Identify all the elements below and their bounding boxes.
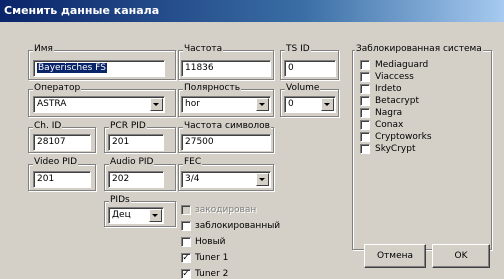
pids-select[interactable]: Дец <box>108 207 164 224</box>
ch-id-field[interactable]: 28107 <box>33 134 91 151</box>
pids-value: Дец <box>112 210 131 220</box>
ch-id-label: Ch. ID <box>33 121 63 131</box>
cancel-button[interactable]: Отмена <box>364 244 426 268</box>
fec-label: FEC <box>183 157 203 167</box>
locked-system-label: Заблокированная система <box>355 44 483 54</box>
pcr-pid-field[interactable]: 201 <box>108 134 164 151</box>
cas-checkbox[interactable] <box>360 96 370 106</box>
cas-checkbox[interactable] <box>360 132 370 142</box>
cas-label: Betacrypt <box>375 96 419 106</box>
flag-label: Новый <box>195 237 226 247</box>
flag-checkbox[interactable]: ✓ <box>181 269 191 279</box>
flag-label: закодирован <box>195 205 257 215</box>
cas-label: Cryptoworks <box>375 132 432 142</box>
flag-checkbox <box>181 205 191 215</box>
window-title: Сменить данные канала <box>0 0 504 22</box>
flag-label: Tuner 1 <box>195 253 229 263</box>
flag-checkbox[interactable]: ✓ <box>181 253 191 263</box>
cas-label: Irdeto <box>375 84 402 94</box>
flag-label: Tuner 2 <box>195 269 229 279</box>
cas-checkbox[interactable] <box>360 120 370 130</box>
pids-label: PIDs <box>109 195 131 205</box>
name-field[interactable]: Bayerisches FS <box>33 60 165 77</box>
cas-label: Mediaguard <box>375 60 429 70</box>
name-value: Bayerisches FS <box>37 63 107 73</box>
volume-value: 0 <box>288 99 294 109</box>
fec-select[interactable]: 3/4 <box>181 171 271 188</box>
operator-label: Оператор <box>33 83 82 93</box>
cas-checkbox[interactable] <box>360 84 370 94</box>
symbol-rate-field[interactable]: 27500 <box>181 134 271 151</box>
frequency-label: Частота <box>183 44 224 54</box>
ts-id-field[interactable]: 0 <box>284 60 336 77</box>
flag-checkbox[interactable] <box>181 221 191 231</box>
locked-system-group <box>352 50 492 250</box>
cas-checkbox[interactable] <box>360 72 370 82</box>
name-label: Имя <box>33 44 54 54</box>
chevron-down-icon[interactable] <box>150 98 163 111</box>
video-pid-label: Video PID <box>33 157 79 167</box>
chevron-down-icon[interactable] <box>256 173 269 186</box>
cas-label: Viaccess <box>375 72 414 82</box>
ok-button[interactable]: OK <box>432 244 490 268</box>
chevron-down-icon[interactable] <box>149 209 162 222</box>
volume-select[interactable]: 0 <box>284 96 336 113</box>
operator-value: ASTRA <box>37 99 67 109</box>
polarity-label: Полярность <box>183 83 242 93</box>
video-pid-field[interactable]: 201 <box>33 171 91 188</box>
chevron-down-icon[interactable] <box>256 98 269 111</box>
flag-label: заблокированный <box>195 221 281 231</box>
audio-pid-label: Audio PID <box>109 157 155 167</box>
cas-checkbox[interactable] <box>360 144 370 154</box>
audio-pid-field[interactable]: 202 <box>108 171 164 188</box>
pcr-pid-label: PCR PID <box>109 121 147 131</box>
cas-label: Nagra <box>375 108 403 118</box>
cas-label: SkyCrypt <box>375 144 416 154</box>
cas-checkbox[interactable] <box>360 60 370 70</box>
polarity-value: hor <box>185 99 200 109</box>
cas-label: Conax <box>375 120 404 130</box>
frequency-field[interactable]: 11836 <box>181 60 271 77</box>
ts-id-label: TS ID <box>285 44 311 54</box>
polarity-select[interactable]: hor <box>181 96 271 113</box>
chevron-down-icon[interactable] <box>321 98 334 111</box>
volume-label: Volume <box>285 83 321 93</box>
operator-select[interactable]: ASTRA <box>33 96 165 113</box>
cas-checkbox[interactable] <box>360 108 370 118</box>
symbol-rate-label: Частота символов <box>183 121 271 131</box>
fec-value: 3/4 <box>185 174 200 184</box>
flag-checkbox[interactable] <box>181 237 191 247</box>
